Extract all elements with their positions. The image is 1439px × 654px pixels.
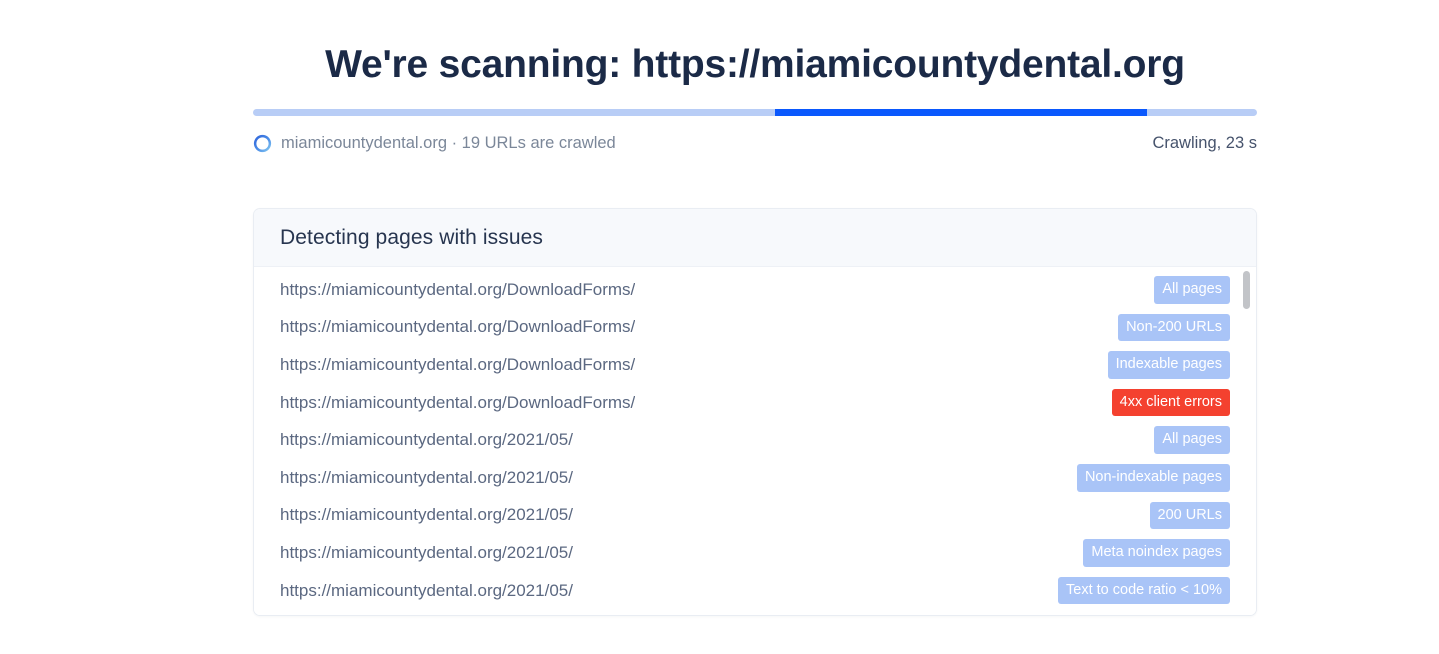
issues-list-scrollbar-thumb[interactable]: [1243, 271, 1250, 310]
crawl-status-text: miamicountydental.org · 19 URLs are craw…: [281, 133, 616, 152]
issue-badge[interactable]: Meta noindex pages: [1083, 539, 1230, 567]
issue-badge[interactable]: Non-200 URLs: [1118, 313, 1230, 342]
issue-badge[interactable]: Text to code ratio < 10%: [1058, 576, 1230, 605]
issue-row[interactable]: https://miamicountydental.org/DownloadFo…: [254, 384, 1256, 422]
issues-card-header: Detecting pages with issues: [254, 209, 1256, 268]
issue-row[interactable]: https://miamicountydental.org/DownloadFo…: [254, 271, 1256, 309]
crawl-progress-page: We're scanning: https://miamicountydenta…: [0, 0, 1439, 654]
crawl-status-left: miamicountydental.org · 19 URLs are craw…: [253, 134, 616, 153]
issue-badge[interactable]: Indexable pages: [1107, 351, 1230, 379]
issue-url[interactable]: https://miamicountydental.org/DownloadFo…: [280, 393, 635, 413]
issue-url[interactable]: https://miamicountydental.org/2021/05/: [280, 543, 573, 563]
issue-url[interactable]: https://miamicountydental.org/DownloadFo…: [280, 317, 635, 337]
issue-url[interactable]: https://miamicountydental.org/DownloadFo…: [280, 355, 635, 375]
issue-url[interactable]: https://miamicountydental.org/2021/05/: [280, 468, 573, 488]
site-favicon-tooth-icon: [253, 134, 272, 152]
issue-badge[interactable]: 4xx client errors: [1111, 388, 1230, 417]
issues-list[interactable]: https://miamicountydental.org/DownloadFo…: [254, 267, 1256, 616]
issue-url[interactable]: https://miamicountydental.org/2021/05/: [280, 430, 573, 450]
issue-row[interactable]: https://miamicountydental.org/2021/05/Te…: [254, 572, 1256, 610]
issue-row[interactable]: https://miamicountydental.org/2021/05/Me…: [254, 534, 1256, 572]
issue-badge[interactable]: 200 URLs: [1149, 501, 1230, 530]
page-title: We're scanning: https://miamicountydenta…: [325, 43, 1185, 86]
issues-list-scrollbar[interactable]: [1243, 267, 1250, 615]
issue-url[interactable]: https://miamicountydental.org/DownloadFo…: [280, 280, 635, 300]
issues-card: Detecting pages with issues https://miam…: [253, 208, 1257, 617]
issue-badge[interactable]: All pages: [1154, 276, 1230, 304]
issue-row[interactable]: https://miamicountydental.org/2021/05/No…: [254, 459, 1256, 497]
crawl-timer: Crawling, 23 s: [1152, 133, 1257, 152]
crawl-progress-bar: [253, 109, 1257, 117]
issue-url[interactable]: https://miamicountydental.org/2021/05/: [280, 505, 573, 525]
issue-badge[interactable]: Non-indexable pages: [1076, 464, 1230, 492]
issue-row[interactable]: https://miamicountydental.org/DownloadFo…: [254, 309, 1256, 347]
issue-row[interactable]: https://miamicountydental.org/2021/05/Al…: [254, 421, 1256, 459]
issue-badge[interactable]: All pages: [1154, 426, 1230, 454]
crawl-progress-fill: [775, 109, 1147, 117]
issues-card-title: Detecting pages with issues: [280, 226, 544, 250]
issue-row[interactable]: https://miamicountydental.org/DownloadFo…: [254, 346, 1256, 384]
issue-url[interactable]: https://miamicountydental.org/2021/05/: [280, 581, 573, 601]
issue-row[interactable]: https://miamicountydental.org/2021/05/20…: [254, 497, 1256, 535]
crawl-status-row: miamicountydental.org · 19 URLs are craw…: [253, 132, 1257, 154]
content-column: We're scanning: https://miamicountydenta…: [253, 0, 1257, 617]
